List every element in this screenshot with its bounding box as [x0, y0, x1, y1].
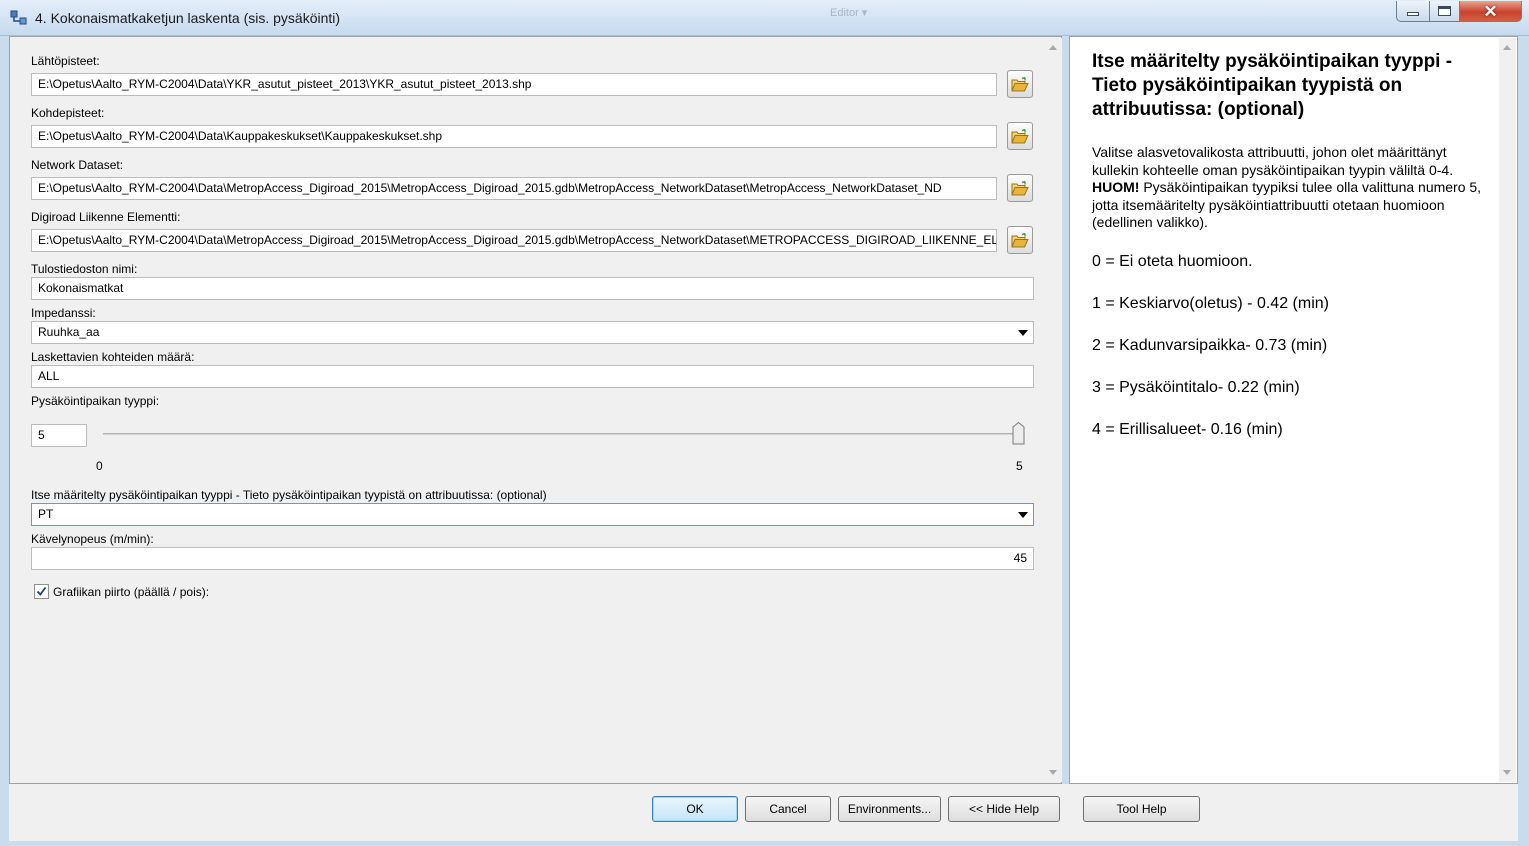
impedance-select[interactable]: Ruuhka_aa: [31, 321, 1034, 344]
checkmark-icon: [36, 586, 47, 596]
origin-input[interactable]: E:\Opetus\Aalto_RYM-C2004\Data\YKR_asutu…: [31, 73, 997, 96]
help-scrollbar[interactable]: [1499, 38, 1516, 782]
output-name-label: Tulostiedoston nimi:: [31, 262, 138, 276]
walking-speed-label: Kävelynopeus (m/min):: [31, 532, 154, 546]
environments-button[interactable]: Environments...: [838, 796, 941, 822]
parking-type-slider-track[interactable]: [103, 433, 1018, 435]
help-description: Valitse alasvetovalikosta attribuutti, j…: [1092, 144, 1487, 232]
close-icon: ✕: [1483, 1, 1498, 21]
scroll-up-icon[interactable]: [1049, 45, 1057, 50]
custom-parking-value: PT: [38, 507, 54, 521]
network-browse-button[interactable]: [1007, 174, 1033, 202]
digiroad-label: Digiroad Liikenne Elementti:: [31, 210, 181, 224]
scroll-up-icon[interactable]: [1503, 45, 1511, 50]
parking-type-input[interactable]: 5: [31, 424, 87, 447]
origin-label: Lähtöpisteet:: [31, 54, 100, 68]
folder-open-icon: [1011, 232, 1029, 247]
origin-browse-button[interactable]: [1007, 70, 1033, 98]
parking-type-slider-thumb[interactable]: [1012, 421, 1025, 445]
parameters-panel: Lähtöpisteet: E:\Opetus\Aalto_RYM-C2004\…: [9, 36, 1062, 784]
maximize-button[interactable]: [1429, 1, 1460, 22]
help-option: 0 = Ei oteta huomioon.: [1092, 253, 1253, 270]
slider-thumb-icon: [1012, 421, 1024, 445]
digiroad-browse-button[interactable]: [1007, 226, 1033, 254]
help-warning: HUOM!: [1092, 179, 1140, 195]
slider-max-label: 5: [1016, 459, 1023, 473]
help-text: Valitse alasvetovalikosta attribuutti, j…: [1092, 144, 1454, 178]
output-name-input[interactable]: Kokonaismatkat: [31, 277, 1034, 300]
impedance-label: Impedanssi:: [31, 306, 96, 320]
chevron-down-icon[interactable]: [1018, 512, 1028, 518]
help-panel: Itse määritelty pysäköintipaikan tyyppi …: [1069, 36, 1518, 784]
digiroad-input[interactable]: E:\Opetus\Aalto_RYM-C2004\Data\MetropAcc…: [31, 229, 997, 252]
scroll-down-icon[interactable]: [1503, 770, 1511, 775]
parking-type-label: Pysäköintipaikan tyyppi:: [31, 394, 160, 408]
target-count-input[interactable]: ALL: [31, 365, 1034, 388]
graphics-label: Grafiikan piirto (päällä / pois):: [53, 585, 210, 599]
minimize-icon: [1407, 12, 1419, 16]
impedance-value: Ruuhka_aa: [38, 325, 100, 339]
background-editor-toolbar: Editor ▾: [830, 7, 868, 19]
custom-parking-label: Itse määritelty pysäköintipaikan tyyppi …: [31, 488, 547, 502]
ok-button[interactable]: OK: [652, 796, 738, 822]
folder-open-icon: [1011, 180, 1029, 195]
network-label: Network Dataset:: [31, 158, 124, 172]
folder-open-icon: [1011, 128, 1029, 143]
folder-open-icon: [1011, 76, 1029, 91]
maximize-icon: [1438, 6, 1451, 16]
destination-input[interactable]: E:\Opetus\Aalto_RYM-C2004\Data\Kauppakes…: [31, 125, 997, 148]
network-input[interactable]: E:\Opetus\Aalto_RYM-C2004\Data\MetropAcc…: [31, 177, 997, 200]
graphics-checkbox[interactable]: [34, 584, 49, 599]
help-option: 2 = Kadunvarsipaikka- 0.73 (min): [1092, 337, 1328, 354]
hide-help-button[interactable]: << Hide Help: [948, 796, 1060, 822]
help-text-rest: Pysäköintipaikan tyypiksi tulee olla val…: [1092, 179, 1482, 230]
target-count-label: Laskettavien kohteiden määrä:: [31, 350, 195, 364]
slider-min-label: 0: [96, 459, 103, 473]
chevron-down-icon[interactable]: [1018, 330, 1028, 336]
close-button[interactable]: ✕: [1459, 1, 1522, 22]
help-option: 3 = Pysäköintitalo- 0.22 (min): [1092, 379, 1300, 396]
tool-help-button[interactable]: Tool Help: [1083, 796, 1200, 822]
parameters-scrollbar[interactable]: [1045, 38, 1062, 782]
app-icon: [10, 10, 27, 25]
title-bar: 4. Kokonaismatkaketjun laskenta (sis. py…: [0, 0, 1529, 36]
minimize-button[interactable]: [1396, 1, 1430, 22]
walking-speed-input[interactable]: 45: [31, 547, 1034, 570]
window-title: 4. Kokonaismatkaketjun laskenta (sis. py…: [35, 10, 341, 26]
help-option: 1 = Keskiarvo(oletus) - 0.42 (min): [1092, 295, 1329, 312]
scroll-down-icon[interactable]: [1049, 770, 1057, 775]
destination-label: Kohdepisteet:: [31, 106, 105, 120]
dialog-footer: OK Cancel Environments... << Hide Help T…: [9, 784, 1518, 841]
custom-parking-select[interactable]: PT: [31, 503, 1034, 526]
destination-browse-button[interactable]: [1007, 122, 1033, 150]
help-option: 4 = Erillisalueet- 0.16 (min): [1092, 421, 1283, 438]
help-title: Itse määritelty pysäköintipaikan tyyppi …: [1092, 51, 1453, 120]
cancel-button[interactable]: Cancel: [745, 796, 831, 822]
